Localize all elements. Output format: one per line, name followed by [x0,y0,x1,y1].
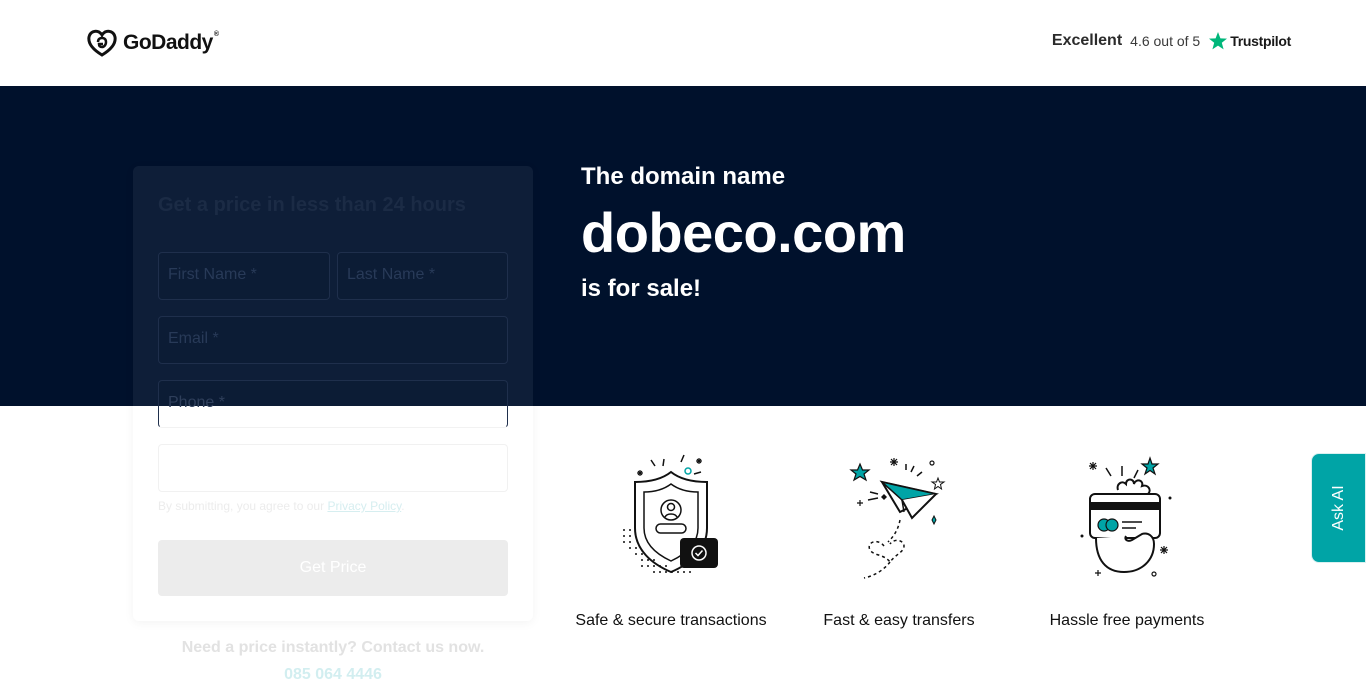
domain-name: dobeco.com [581,201,906,264]
trustpilot-brand: Trustpilot [1230,33,1291,49]
credit-card-icon [1080,456,1172,577]
first-name-field[interactable]: First Name * [158,252,330,300]
feature-label: Hassle free payments [1049,612,1205,629]
feature-secure: Safe & secure transactions [571,450,771,640]
phone-field[interactable]: Phone * [158,380,508,428]
get-price-button[interactable]: Get Price [158,540,508,596]
for-sale-text: is for sale! [581,275,702,302]
last-name-placeholder: Last Name * [347,266,436,283]
contact-phone-link[interactable]: 085 064 4446 [133,666,533,684]
feature-transfers: Fast & easy transfers [799,450,999,640]
phone-placeholder: Phone * [168,394,225,411]
trustpilot-rating[interactable]: Excellent 4.6 out of 5 Trustpilot [1052,31,1291,51]
feature-payments: Hassle free payments [1027,450,1227,640]
get-price-label: Get Price [299,559,367,576]
ask-ai-button[interactable]: Ask AI [1311,453,1366,563]
logo-text: GoDaddy® [123,31,219,54]
email-placeholder: Email * [168,330,219,347]
form-title: Get a price in less than 24 hours [158,194,466,216]
ask-ai-label: Ask AI [1329,485,1347,531]
site-header: GoDaddy® Excellent 4.6 out of 5 Trustpil… [0,0,1366,86]
captcha-field[interactable] [158,444,508,492]
feature-label: Fast & easy transfers [823,612,975,629]
last-name-field[interactable]: Last Name * [337,252,508,300]
consent-text: By submitting, you agree to our Privacy … [158,499,405,513]
privacy-policy-link[interactable]: Privacy Policy [327,499,401,513]
trustpilot-star-icon [1209,32,1228,50]
feature-label: Safe & secure transactions [575,612,767,629]
godaddy-heart-icon [87,29,117,57]
first-name-placeholder: First Name * [168,266,257,283]
godaddy-logo[interactable]: GoDaddy® [86,29,219,57]
price-form: Get a price in less than 24 hours First … [133,166,533,621]
shield-icon [623,454,718,574]
instant-price-prompt: Need a price instantly? Contact us now. [181,639,485,656]
email-field[interactable]: Email * [158,316,508,364]
rating-label: Excellent [1051,32,1123,49]
hero-subtitle: The domain name [581,163,786,190]
paper-plane-icon [849,458,946,579]
rating-score: 4.6 out of 5 [1130,33,1201,49]
